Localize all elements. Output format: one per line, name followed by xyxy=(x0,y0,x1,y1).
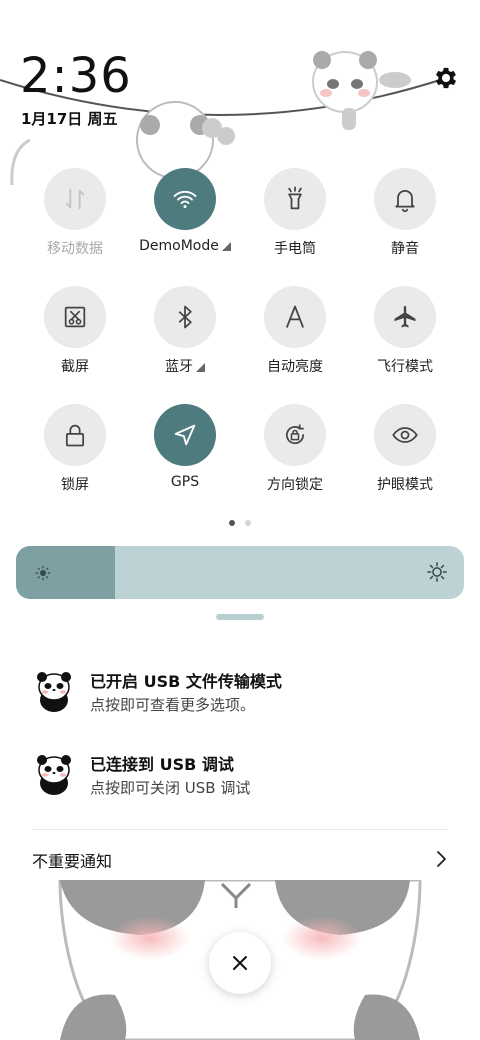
rotation-lock-icon xyxy=(285,424,305,445)
toggle-bluetooth[interactable]: 蓝牙 xyxy=(130,286,240,376)
toggle-label: 方向锁定 xyxy=(267,477,323,493)
minor-notifications-row[interactable]: 不重要通知 xyxy=(32,848,452,872)
toggle-airplane[interactable]: 飞行模式 xyxy=(350,286,460,376)
toggle-label: 蓝牙 xyxy=(165,359,193,375)
clock: 2:36 xyxy=(20,48,132,104)
brightness-fill xyxy=(16,546,115,599)
date: 1月17日 周五 xyxy=(21,110,118,128)
brightness-slider[interactable] xyxy=(16,546,464,599)
page-dot[interactable] xyxy=(229,520,235,526)
drag-handle[interactable] xyxy=(216,614,264,620)
toggle-silent[interactable]: 静音 xyxy=(350,168,460,258)
toggle-flashlight[interactable]: 手电筒 xyxy=(240,168,350,258)
flashlight-icon xyxy=(288,186,302,210)
toggle-screenshot[interactable]: 截屏 xyxy=(20,286,130,376)
toggle-eye-care[interactable]: 护眼模式 xyxy=(350,404,460,494)
toggle-rotation-lock[interactable]: 方向锁定 xyxy=(240,404,350,494)
chevron-right-icon xyxy=(437,851,446,867)
clear-notifications-button[interactable] xyxy=(209,932,271,994)
toggle-auto-brightness[interactable]: 自动亮度 xyxy=(240,286,350,376)
notification-usb-transfer[interactable]: 已开启 USB 文件传输模式 点按即可查看更多选项。 xyxy=(36,668,456,720)
notification-title: 已开启 USB 文件传输模式 xyxy=(90,672,282,691)
toggle-wifi[interactable]: DemoMode xyxy=(130,168,240,254)
notification-usb-debug[interactable]: 已连接到 USB 调试 点按即可关闭 USB 调试 xyxy=(36,751,456,803)
wifi-icon xyxy=(173,190,197,209)
toggle-label: 护眼模式 xyxy=(377,477,433,493)
airplane-icon xyxy=(394,305,416,328)
toggle-label: 锁屏 xyxy=(61,477,89,493)
notification-title: 已连接到 USB 调试 xyxy=(90,755,234,774)
minor-notifications-label: 不重要通知 xyxy=(32,852,113,871)
expand-arrow-icon xyxy=(221,242,231,251)
toggle-mobile-data[interactable]: 移动数据 xyxy=(20,168,130,258)
page-indicator xyxy=(0,520,480,526)
toggle-gps[interactable]: GPS xyxy=(130,404,240,490)
close-icon xyxy=(233,956,247,970)
panda-app-icon xyxy=(37,755,71,795)
notification-body: 点按即可关闭 USB 调试 xyxy=(90,779,251,797)
toggle-label: 自动亮度 xyxy=(267,359,323,375)
notification-body: 点按即可查看更多选项。 xyxy=(90,696,256,714)
screenshot-icon xyxy=(64,306,86,328)
eye-icon xyxy=(392,427,418,443)
toggle-label: 移动数据 xyxy=(47,241,103,257)
toggle-label: GPS xyxy=(170,474,200,490)
gear-icon[interactable] xyxy=(432,64,460,92)
bell-icon xyxy=(395,189,415,213)
bluetooth-icon xyxy=(178,305,192,329)
toggle-label: 手电筒 xyxy=(274,241,316,257)
toggle-label: 飞行模式 xyxy=(377,359,433,375)
page-dot[interactable] xyxy=(245,520,251,526)
mobile-data-icon xyxy=(65,188,85,210)
toggle-lock-screen[interactable]: 锁屏 xyxy=(20,404,130,494)
auto-brightness-icon xyxy=(286,305,304,328)
expand-arrow-icon xyxy=(196,363,205,372)
panda-app-icon xyxy=(37,672,71,712)
lock-icon xyxy=(65,424,85,447)
toggle-label: 静音 xyxy=(391,241,419,257)
toggle-label: 截屏 xyxy=(61,359,89,375)
brightness-low-icon xyxy=(35,565,51,581)
location-icon xyxy=(174,424,196,446)
brightness-high-icon xyxy=(427,562,447,582)
toggle-label: DemoMode xyxy=(139,238,219,254)
divider xyxy=(32,829,448,830)
